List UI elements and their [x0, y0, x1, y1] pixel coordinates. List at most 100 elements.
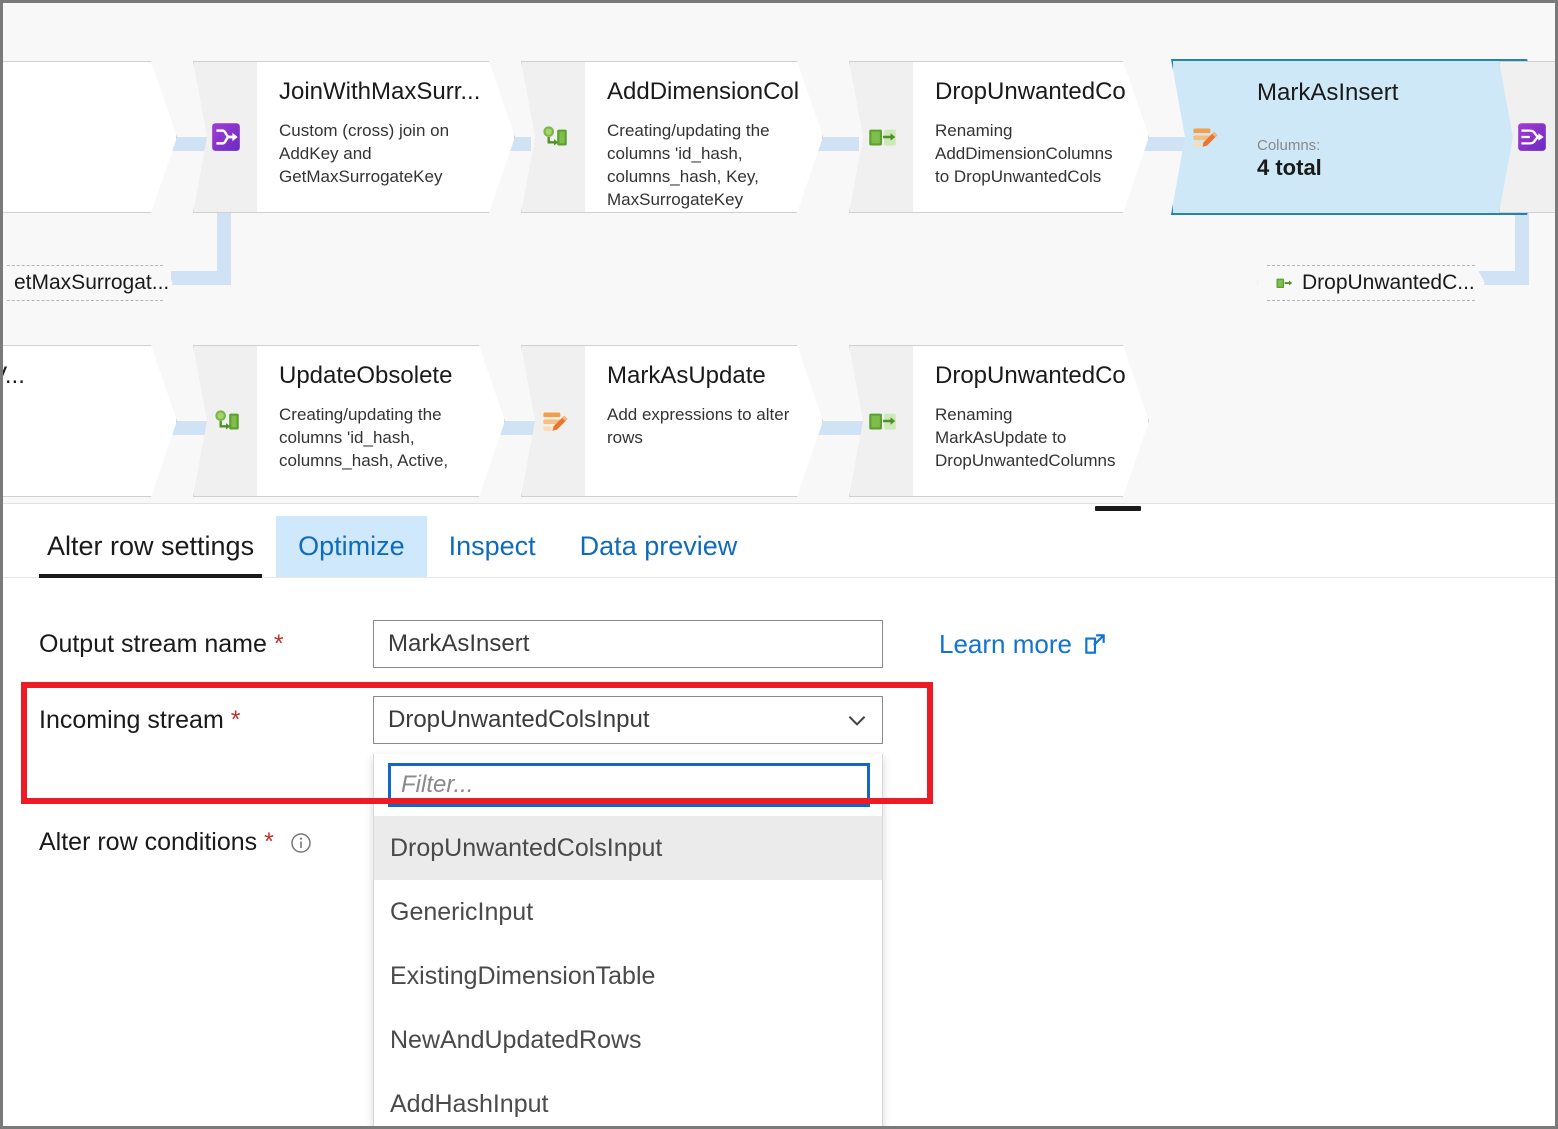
dataflow-node-union-right[interactable]: [1499, 61, 1555, 213]
output-stream-input[interactable]: MarkAsInsert: [373, 620, 883, 668]
node-description: Creating/updating the columns 'id_hash, …: [607, 121, 770, 209]
node-body[interactable]: ey new key Key from 1 +: [3, 61, 177, 213]
node-body[interactable]: MarkAsUpdate Add expressions to alter ro…: [585, 345, 823, 497]
node-body[interactable]: DropUnwantedCo... Renaming MarkAsUpdate …: [913, 345, 1149, 497]
node-description: new key Key from 1: [3, 120, 154, 166]
derived-column-icon: [521, 61, 585, 213]
node-title: AddDimensionCol...: [607, 78, 800, 105]
incoming-stream-value: DropUnwantedColsInput: [388, 706, 650, 733]
select-icon: [1274, 273, 1294, 293]
dataflow-node-dropunwantedcolumns-bottom[interactable]: DropUnwantedCo... Renaming MarkAsUpdate …: [849, 345, 1149, 497]
node-title: JoinWithMaxSurr...: [279, 78, 481, 105]
label-text: Incoming stream: [39, 705, 224, 734]
required-asterisk: *: [264, 828, 274, 856]
tab-label: Data preview: [579, 531, 738, 561]
incoming-stream-select[interactable]: DropUnwantedColsInput: [373, 696, 883, 744]
alter-row-conditions-row: Alter row conditions *: [39, 828, 313, 857]
node-meta-value: 4 total: [1257, 155, 1322, 180]
node-title: DropUnwantedCo...: [935, 78, 1126, 105]
add-node-button[interactable]: +: [158, 468, 177, 497]
connector: [171, 271, 231, 285]
chevron-down-icon: [844, 707, 870, 733]
node-description: Creating/updating the columns 'id_hash, …: [279, 405, 449, 470]
required-asterisk: *: [230, 705, 241, 734]
node-description: Renaming AddDimensionColumns to DropUnwa…: [935, 121, 1113, 186]
tab-optimize[interactable]: Optimize: [276, 516, 427, 577]
join-icon: [193, 61, 257, 213]
chip-label: DropUnwantedC...: [1302, 271, 1475, 294]
node-body[interactable]: orUpdatedV... g rows from ed which are g…: [3, 345, 177, 497]
dataflow-node-updateobsolete[interactable]: UpdateObsolete Creating/updating the col…: [193, 345, 505, 497]
option-label: ExistingDimensionTable: [390, 961, 656, 990]
settings-tab-bar: Alter row settings Optimize Inspect Data…: [3, 516, 1555, 578]
dataflow-node-markasupdate[interactable]: MarkAsUpdate Add expressions to alter ro…: [521, 345, 823, 497]
dataflow-canvas[interactable]: ey new key Key from 1 + JoinWithMax: [3, 3, 1555, 503]
node-title: orUpdatedV...: [4, 362, 25, 389]
dropdown-option[interactable]: ExistingDimensionTable: [374, 944, 882, 1008]
label-text: Alter row conditions: [39, 828, 258, 856]
option-label: AddHashInput: [390, 1089, 549, 1118]
dropdown-option[interactable]: DropUnwantedColsInput: [374, 816, 882, 880]
screenshot-frame: ey new key Key from 1 + JoinWithMax: [0, 0, 1558, 1129]
node-title: ey: [3, 78, 154, 106]
output-stream-label: Output stream name *: [39, 630, 369, 659]
learn-more-link[interactable]: Learn more: [939, 629, 1108, 660]
chip-label: etMaxSurrogat...: [14, 271, 170, 294]
node-body[interactable]: UpdateObsolete Creating/updating the col…: [257, 345, 505, 497]
dropdown-filter-input[interactable]: [388, 763, 870, 807]
node-body[interactable]: JoinWithMaxSurr... Custom (cross) join o…: [257, 61, 515, 213]
output-stream-value: MarkAsInsert: [388, 630, 530, 657]
select-icon: [849, 61, 913, 213]
output-stream-row: Output stream name * MarkAsInsert Learn …: [39, 620, 1519, 668]
node-title: DropUnwantedCo...: [935, 362, 1126, 389]
info-icon[interactable]: [289, 831, 313, 855]
dataflow-node-addkey[interactable]: ey new key Key from 1 +: [3, 61, 177, 213]
tab-inspect[interactable]: Inspect: [427, 516, 558, 577]
node-body[interactable]: AddDimensionCol... Creating/updating the…: [585, 61, 823, 213]
node-title: UpdateObsolete: [279, 362, 453, 389]
select-icon: [849, 345, 913, 497]
dataflow-node-dropunwantedcolumns-top[interactable]: DropUnwantedCo... Renaming AddDimensionC…: [849, 61, 1149, 213]
panel-resize-handle[interactable]: [1095, 506, 1141, 511]
external-link-icon: [1082, 631, 1108, 657]
node-title: MarkAsUpdate: [607, 362, 766, 389]
tab-data-preview[interactable]: Data preview: [558, 516, 760, 577]
label-text: Output stream name: [39, 629, 267, 658]
stream-chip-dropunwantedcols[interactable]: DropUnwantedC...: [1257, 265, 1485, 301]
alter-row-conditions-label: Alter row conditions *: [39, 828, 313, 857]
dataflow-node-adddimensioncolumns[interactable]: AddDimensionCol... Creating/updating the…: [521, 61, 823, 213]
dataflow-node-cacheforupdatedversion[interactable]: orUpdatedV... g rows from ed which are g…: [3, 345, 177, 497]
dropdown-option[interactable]: AddHashInput: [374, 1072, 882, 1126]
node-description: Renaming MarkAsUpdate to DropUnwantedCol…: [935, 405, 1116, 470]
option-label: DropUnwantedColsInput: [390, 833, 663, 862]
tab-label: Inspect: [448, 531, 536, 561]
dataflow-node-markasinsert[interactable]: MarkAsInsert Columns: 4 total +: [1171, 59, 1553, 215]
node-meta-label: Columns:: [1257, 137, 1321, 154]
tab-alter-row-settings[interactable]: Alter row settings: [25, 516, 276, 578]
node-description: Add expressions to alter rows: [607, 405, 790, 447]
dropdown-option[interactable]: GenericInput: [374, 880, 882, 944]
derived-column-icon: [193, 345, 257, 497]
tab-label: Alter row settings: [47, 531, 255, 561]
required-asterisk: *: [273, 629, 284, 658]
stream-chip-getmaxsurrogate[interactable]: etMaxSurrogat...: [3, 265, 173, 301]
incoming-stream-row: Incoming stream * DropUnwantedColsInput: [39, 696, 939, 744]
dataflow-node-joinwithmaxsurrogate[interactable]: JoinWithMaxSurr... Custom (cross) join o…: [193, 61, 515, 213]
dropdown-option-list: DropUnwantedColsInput GenericInput Exist…: [374, 816, 882, 1126]
node-body[interactable]: DropUnwantedCo... Renaming AddDimensionC…: [913, 61, 1149, 213]
node-description: g rows from ed which are g in undefined: [3, 404, 154, 473]
option-label: GenericInput: [390, 897, 534, 926]
alter-row-icon: [521, 345, 585, 497]
incoming-stream-label: Incoming stream *: [39, 706, 369, 735]
tab-label: Optimize: [298, 531, 405, 561]
add-node-button[interactable]: +: [158, 184, 177, 213]
union-icon: [1499, 61, 1555, 213]
node-title: MarkAsInsert: [1257, 79, 1399, 106]
dropdown-option[interactable]: NewAndUpdatedRows: [374, 1008, 882, 1072]
node-description: Custom (cross) join on AddKey and GetMax…: [279, 121, 450, 186]
dropdown-filter-wrapper: [374, 754, 882, 816]
incoming-stream-dropdown[interactable]: DropUnwantedColsInput GenericInput Exist…: [373, 754, 883, 1126]
learn-more-label: Learn more: [939, 628, 1072, 659]
alter-row-icon: [1171, 59, 1235, 215]
option-label: NewAndUpdatedRows: [390, 1025, 642, 1054]
